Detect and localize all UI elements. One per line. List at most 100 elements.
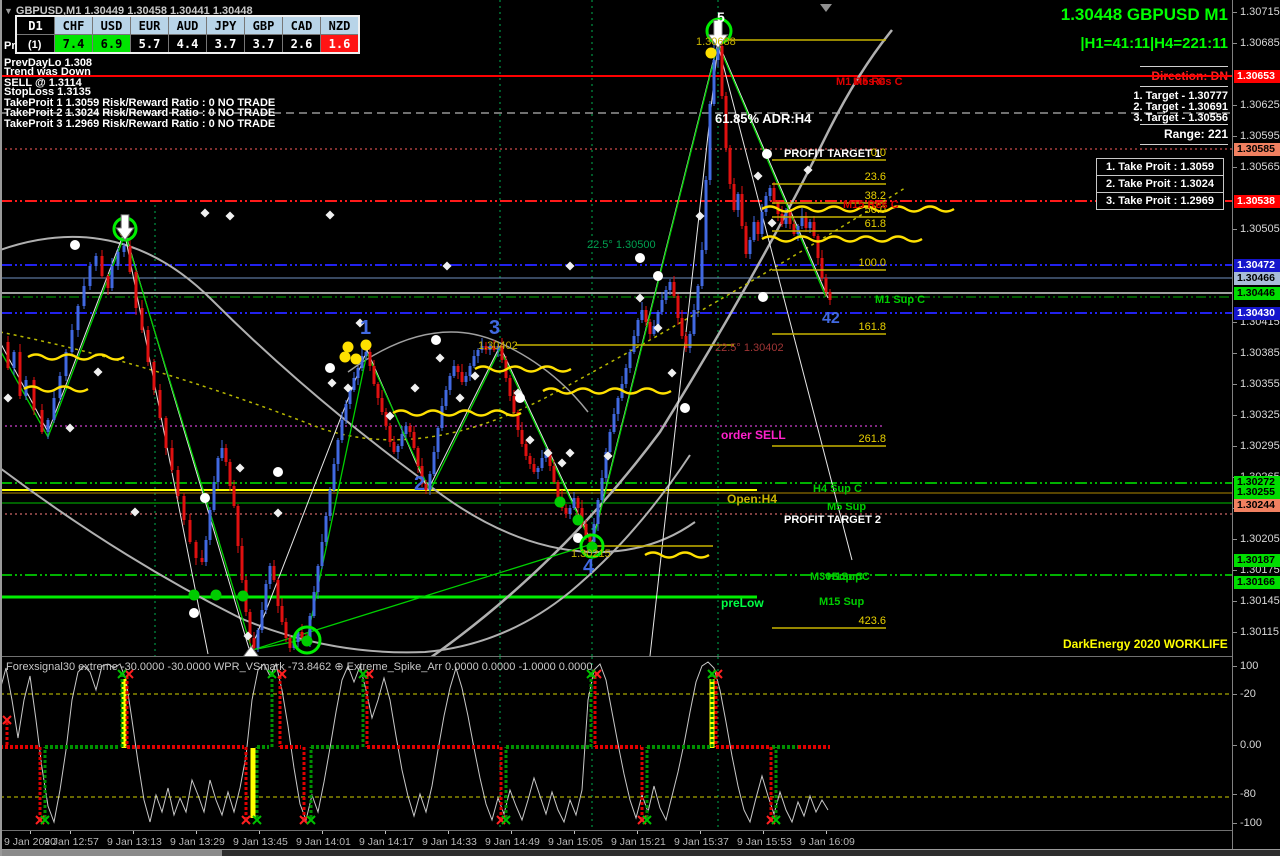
time-label-1: 9 Jan 12:57 [44,836,99,848]
strength-header-CAD: CAD [283,16,321,35]
price-axis-label: 1.30685 [1240,38,1280,49]
indicator-axis-label: -100 [1240,818,1262,829]
symbol-dropdown-icon[interactable]: ▼ [4,6,13,16]
strength-header-CHF: CHF [55,16,93,35]
price-badge-1.30446: 1.30446 [1234,287,1280,300]
strength-header-USD: USD [93,16,131,35]
time-tick [763,831,764,834]
time-tick [70,831,71,834]
strength-value-EUR: 5.7 [131,35,169,54]
time-label-9: 9 Jan 15:05 [548,836,603,848]
time-label-3: 9 Jan 13:29 [170,836,225,848]
svg-text:100.0: 100.0 [858,257,886,269]
strength-value-AUD: 4.4 [169,35,207,54]
time-label-7: 9 Jan 14:33 [422,836,477,848]
axis-tick [1233,105,1237,106]
svg-text:23.6: 23.6 [865,171,886,183]
axis-tick [1233,570,1237,571]
candles-layer [7,32,832,652]
markers-layer [3,4,832,656]
scrollbar-thumb[interactable] [0,850,222,856]
price-badge-1.30653: 1.30653 [1234,70,1280,83]
price-badge-1.30430: 1.30430 [1234,307,1280,320]
time-tick [133,831,134,834]
price-badge-1.30255: 1.30255 [1234,486,1280,499]
strength-header-D1: D1 [16,16,55,35]
indicator-axis-label: -80 [1240,789,1256,800]
axis-tick [1233,12,1237,13]
strength-value-USD: 6.9 [93,35,131,54]
axis-tick [1233,322,1237,323]
time-tick [322,831,323,834]
indicator-period-separators [500,657,718,830]
price-axis-label: 1.30565 [1240,162,1280,173]
strength-header-EUR: EUR [131,16,169,35]
price-axis-label: 1.30295 [1240,441,1280,452]
indicator-separator[interactable] [0,656,1280,657]
time-label-5: 9 Jan 14:01 [296,836,351,848]
strength-header-AUD: AUD [169,16,207,35]
price-badge-1.30472: 1.30472 [1234,259,1280,272]
svg-text:0.0: 0.0 [871,147,886,159]
fast-ma-segments [24,207,954,558]
svg-text:61.8: 61.8 [865,218,886,230]
svg-text:261.8: 261.8 [858,433,886,445]
svg-text:161.8: 161.8 [858,321,886,333]
ma-curves [0,30,905,656]
axis-tick [1233,43,1237,44]
indicator-panel-canvas[interactable] [0,657,1232,830]
price-axis-label: 1.30625 [1240,100,1280,111]
mt4-chart-window: 0.023.638.250.061.8100.0161.8261.8423.6 … [0,0,1280,856]
price-axis-label: 1.30595 [1240,131,1280,142]
strength-value-GBP: 3.7 [245,35,283,54]
indicator-axis-label: -20 [1240,689,1256,700]
price-badge-1.30538: 1.30538 [1234,195,1280,208]
time-tick [511,831,512,834]
time-tick [637,831,638,834]
symbol-ohlc-text: GBPUSD,M1 1.30449 1.30458 1.30441 1.3044… [16,5,253,17]
strength-rank-cell [16,35,55,54]
price-badge-1.30466: 1.30466 [1234,272,1280,285]
strength-header-GBP: GBP [245,16,283,35]
price-badge-1.30187: 1.30187 [1234,554,1280,567]
price-badge-1.30585: 1.30585 [1234,143,1280,156]
take-profit-row-3: 3. Take Proit : 1.2969 [1097,193,1223,209]
strength-value-NZD: 1.6 [321,35,360,54]
time-tick [385,831,386,834]
axis-tick [1233,446,1237,447]
take-profit-box: 1. Take Proit : 1.30592. Take Proit : 1.… [1096,158,1224,210]
time-label-12: 9 Jan 15:53 [737,836,792,848]
time-tick [30,831,31,834]
time-label-11: 9 Jan 15:37 [674,836,729,848]
indicator-header: Forexsignal30 extreme -30.0000 -30.0000 … [6,660,592,673]
svg-text:50.0: 50.0 [865,204,886,216]
time-axis-separator [0,830,1280,831]
time-tick [196,831,197,834]
axis-tick [1233,601,1237,602]
time-label-2: 9 Jan 13:13 [107,836,162,848]
axis-tick [1233,136,1237,137]
time-tick [259,831,260,834]
indicator-axis-label: 100 [1240,661,1258,672]
price-axis-label: 1.30205 [1240,534,1280,545]
strength-header-NZD: NZD [321,16,360,35]
price-axis-label: 1.30115 [1240,627,1279,638]
strength-value-CAD: 2.6 [283,35,321,54]
price-axis-label: 1.30505 [1240,224,1280,235]
axis-tick [1233,384,1237,385]
axis-tick [1233,167,1237,168]
time-axis[interactable]: 9 Jan 20209 Jan 12:579 Jan 13:139 Jan 13… [0,831,1232,849]
price-axis[interactable]: 1.307151.306851.306251.305951.305651.305… [1232,0,1280,856]
axis-tick [1233,229,1237,230]
chart-title: ▼GBPUSD,M1 1.30449 1.30458 1.30441 1.304… [4,5,253,17]
strength-value-JPY: 3.7 [207,35,245,54]
time-label-6: 9 Jan 14:17 [359,836,414,848]
window-left-edge [0,0,2,856]
currency-strength-table: D1CHFUSDEURAUDJPYGBPCADNZD7.46.95.74.43.… [15,15,360,54]
main-chart-canvas[interactable]: 0.023.638.250.061.8100.0161.8261.8423.6 [0,0,1232,656]
time-label-10: 9 Jan 15:21 [611,836,666,848]
strength-header-JPY: JPY [207,16,245,35]
white-pattern-lines [0,42,852,656]
axis-tick [1233,539,1237,540]
svg-text:38.2: 38.2 [865,190,886,202]
